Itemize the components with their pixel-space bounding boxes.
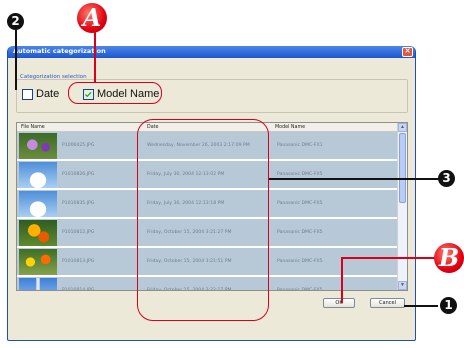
file-name-cell: P1010814.JPG bbox=[62, 288, 95, 291]
photo-thumbnail bbox=[19, 278, 57, 290]
file-name-cell: P1010812.JPG bbox=[62, 230, 95, 235]
model-name-cell: Panasonic DMC-FX5 bbox=[277, 259, 323, 264]
callout-marker-3: 3 bbox=[438, 170, 455, 187]
title-bar[interactable]: Automatic categorization ✕ bbox=[8, 46, 415, 58]
leader-line-3 bbox=[269, 178, 441, 180]
dialog-title: Automatic categorization bbox=[13, 47, 106, 55]
photo-thumbnail bbox=[19, 191, 57, 217]
leader-line-a bbox=[94, 30, 96, 82]
file-name-cell: P1000425.JPG bbox=[62, 143, 95, 148]
leader-line-b-horizontal bbox=[341, 257, 439, 259]
callout-marker-1: 1 bbox=[440, 297, 457, 314]
callout-marker-a: A bbox=[77, 3, 107, 33]
date-checkbox[interactable] bbox=[22, 88, 33, 100]
model-name-highlight-oval bbox=[68, 82, 162, 104]
callout-marker-2: 2 bbox=[7, 13, 24, 30]
leader-line-2 bbox=[15, 30, 17, 90]
model-name-cell: Panasonic DMC-FX1 bbox=[277, 143, 323, 148]
vertical-scrollbar[interactable]: ▲ ▼ bbox=[397, 123, 407, 290]
model-name-cell: Panasonic DMC-FX5 bbox=[277, 172, 323, 177]
leader-line-b-vertical bbox=[341, 257, 343, 303]
leader-line-1 bbox=[404, 305, 438, 307]
cancel-button[interactable]: Cancel bbox=[370, 298, 405, 308]
file-name-cell: P1010826.JPG bbox=[62, 172, 95, 177]
scroll-up-icon[interactable]: ▲ bbox=[398, 123, 407, 132]
date-option[interactable]: Date bbox=[22, 88, 59, 100]
scrollbar-thumb[interactable] bbox=[399, 133, 406, 203]
model-name-cell: Panasonic DMC-FX5 bbox=[277, 201, 323, 206]
column-header-model-name[interactable]: Model Name bbox=[275, 125, 305, 130]
close-icon[interactable]: ✕ bbox=[402, 47, 413, 57]
file-name-cell: P1010813.JPG bbox=[62, 259, 95, 264]
ok-button[interactable]: OK bbox=[323, 298, 355, 308]
photo-thumbnail bbox=[19, 133, 57, 159]
model-name-cell: Panasonic DMC-FX5 bbox=[277, 288, 323, 291]
column-header-file-name[interactable]: File Name bbox=[21, 125, 45, 130]
photo-thumbnail bbox=[19, 249, 57, 275]
callout-marker-b: B bbox=[434, 243, 464, 273]
photo-thumbnail bbox=[19, 162, 57, 188]
file-name-cell: P1010835.JPG bbox=[62, 201, 95, 206]
model-name-cell: Panasonic DMC-FX5 bbox=[277, 230, 323, 235]
photo-thumbnail bbox=[19, 220, 57, 246]
date-checkbox-label: Date bbox=[36, 88, 60, 100]
date-column-highlight-oval bbox=[137, 119, 269, 321]
scroll-down-icon[interactable]: ▼ bbox=[398, 281, 407, 290]
